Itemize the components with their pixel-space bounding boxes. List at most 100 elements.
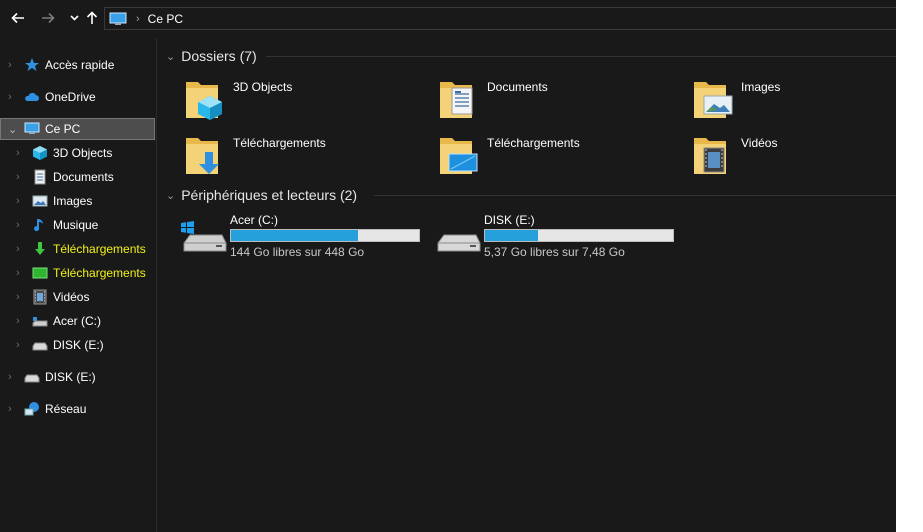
folder-3d-objects-icon [186,82,222,120]
desktop-background-strip [896,0,923,532]
back-button[interactable] [8,8,28,28]
folder-images-icon [694,82,733,118]
arrow-up-icon [86,11,98,24]
forward-button[interactable] [38,8,58,28]
folder-label: Téléchargements [233,136,326,150]
sidebar-item-label: Accès rapide [45,58,115,72]
sidebar-item-drive-e-root[interactable]: › DISK (E:) [0,366,155,388]
drives-group-title: Périphériques et lecteurs (2) [181,187,358,203]
chevron-right-icon[interactable]: › [16,219,20,231]
up-button[interactable] [82,8,102,28]
star-icon [25,58,39,71]
sidebar-item-label: Téléchargements [53,242,146,256]
chevron-down-icon[interactable]: ⌄ [8,123,17,136]
address-bar[interactable]: › Ce PC [104,7,896,30]
folder-label: Téléchargements [487,136,580,150]
drives-group-header[interactable]: ⌄ Périphériques et lecteurs (2) [166,185,357,205]
sidebar-item-3d-objects[interactable]: › 3D Objects [0,142,155,164]
picture-icon [32,195,48,207]
folder-videos[interactable]: Vidéos [690,132,920,178]
music-note-icon [34,219,43,232]
sidebar-item-label: Musique [53,218,99,232]
sidebar-item-label: 3D Objects [53,146,113,160]
folder-downloads-2[interactable]: Téléchargements [436,132,666,178]
sidebar-item-onedrive[interactable]: › OneDrive [0,86,155,108]
sidebar-item-label: Documents [53,170,114,184]
folder-label: 3D Objects [233,80,293,94]
sidebar-item-this-pc[interactable]: ⌄ Ce PC [0,118,155,140]
chevron-right-icon[interactable]: › [8,371,12,383]
drive-icon [24,374,40,383]
drive-usage-fill [485,230,539,241]
chevron-right-icon[interactable]: › [16,339,20,351]
windows-drive-icon [181,221,227,252]
drive-free-space: 5,37 Go libres sur 7,48 Go [484,245,625,259]
group-divider [266,56,896,57]
sidebar-item-network[interactable]: › Réseau [0,398,155,420]
chevron-right-icon[interactable]: › [16,171,20,183]
sidebar-item-images[interactable]: › Images [0,190,155,212]
chevron-down-icon[interactable]: ⌄ [166,189,175,202]
folder-label: Documents [487,80,548,94]
sidebar-item-documents[interactable]: › Documents [0,166,155,188]
sidebar-item-drive-e[interactable]: › DISK (E:) [0,334,155,356]
sidebar-item-downloads[interactable]: › Téléchargements [0,238,155,260]
chevron-right-icon[interactable]: › [16,291,20,303]
group-divider [374,195,896,196]
green-folder-icon [32,267,48,279]
folder-downloads[interactable]: Téléchargements [182,132,412,178]
chevron-down-icon [69,15,79,21]
recent-locations-button[interactable] [64,8,84,28]
navigation-pane: › Accès rapide › OneDrive ⌄ Ce PC › 3D O… [0,38,157,532]
drive-acer-c[interactable]: Acer (C:) 144 Go libres sur 448 Go [180,213,430,263]
folder-videos-icon [694,138,726,174]
folder-documents[interactable]: Documents [436,76,666,122]
folder-documents-icon [440,82,473,118]
folders-group-header[interactable]: ⌄ Dossiers (7) [166,46,257,66]
network-icon [24,402,39,416]
chevron-down-icon[interactable]: ⌄ [166,50,175,63]
chevron-right-icon[interactable]: › [16,267,20,279]
sidebar-item-music[interactable]: › Musique [0,214,155,236]
chevron-right-icon[interactable]: › [8,403,12,415]
drive-icon [32,317,48,327]
file-explorer-window: › Ce PC › Accès rapide › OneDrive ⌄ Ce P… [0,0,896,532]
chevron-right-icon[interactable]: › [16,147,20,159]
folder-downloads-icon [186,138,219,174]
sidebar-item-label: Acer (C:) [53,314,101,328]
sidebar-item-downloads-2[interactable]: › Téléchargements [0,262,155,284]
chevron-right-icon[interactable]: › [8,59,12,71]
content-pane: ⌄ Dossiers (7) 3D Objects Documents Imag… [158,38,896,532]
chevron-right-icon[interactable]: › [16,315,20,327]
computer-icon [24,122,40,134]
sidebar-item-label: DISK (E:) [53,338,104,352]
drive-usage-fill [231,230,359,241]
chevron-right-icon[interactable]: › [16,243,20,255]
sidebar-item-label: Réseau [45,402,87,416]
drive-usage-bar [484,229,674,242]
breadcrumb-ce-pc[interactable]: Ce PC [148,12,183,26]
navigation-toolbar: › Ce PC [0,0,896,38]
arrow-right-icon [42,12,55,24]
chevron-right-icon[interactable]: › [8,91,12,103]
folder-3d-objects[interactable]: 3D Objects [182,76,412,122]
drive-label: DISK (E:) [484,213,535,227]
sidebar-item-label: DISK (E:) [45,370,96,384]
document-icon [34,169,46,185]
arrow-left-icon [11,12,24,24]
sidebar-item-drive-c[interactable]: › Acer (C:) [0,310,155,332]
sidebar-item-videos[interactable]: › Vidéos [0,286,155,308]
cloud-icon [25,92,39,101]
sidebar-item-quick-access[interactable]: › Accès rapide [0,54,155,76]
cube-icon [33,146,47,160]
sidebar-item-label: Téléchargements [53,266,146,280]
computer-icon [109,12,127,25]
sidebar-item-label: OneDrive [45,90,96,104]
folders-group-title: Dossiers (7) [181,48,257,64]
sidebar-item-label: Images [53,194,93,208]
sidebar-item-label: Ce PC [45,122,81,136]
chevron-right-icon[interactable]: › [16,195,20,207]
folder-images[interactable]: Images [690,76,920,122]
drive-disk-e[interactable]: DISK (E:) 5,37 Go libres sur 7,48 Go [434,213,684,263]
download-arrow-icon [35,242,45,255]
